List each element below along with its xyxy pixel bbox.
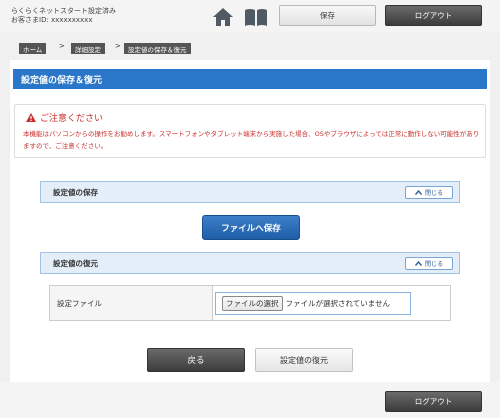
breadcrumb-current: 設定値の保存＆復元 [124, 43, 191, 54]
customer-id-text: お客さまID: xxxxxxxxxx [11, 16, 93, 24]
close-label: 閉じる [424, 190, 443, 197]
book-icon[interactable] [243, 7, 269, 27]
home-icon[interactable] [212, 7, 234, 27]
restore-section-header: 設定値の復元 閉じる [40, 252, 460, 274]
breadcrumb-separator: > [115, 42, 121, 50]
footer-logout-button[interactable]: ログアウト [385, 391, 482, 412]
file-input-cell: ファイルの選択 ファイルが選択されていません [213, 286, 450, 320]
settings-file-row: 設定ファイル ファイルの選択 ファイルが選択されていません [49, 285, 451, 321]
settings-file-label: 設定ファイル [50, 286, 213, 320]
breadcrumb-home[interactable]: ホーム [19, 43, 47, 54]
main-panel: 設定値の保存＆復元 ご注意ください 本機能はパソコンからの操作をお勧めします。ス… [10, 60, 490, 382]
choose-file-button[interactable]: ファイルの選択 [222, 295, 283, 311]
caution-message: 本機能はパソコンからの操作をお勧めします。スマートフォンやタブレット端末から実施… [23, 130, 480, 150]
caution-heading: ご注意ください [26, 111, 103, 124]
save-button[interactable]: 保存 [279, 5, 376, 26]
save-section-close-button[interactable]: 閉じる [405, 186, 453, 199]
breadcrumb-separator: > [59, 42, 65, 50]
chevron-up-icon [414, 190, 422, 195]
back-button[interactable]: 戻る [147, 348, 245, 372]
save-to-file-button[interactable]: ファイルへ保存 [202, 215, 300, 240]
save-section-title: 設定値の保存 [53, 187, 98, 197]
close-label: 閉じる [424, 261, 443, 268]
top-header: らくらくネットスタート設定済み お客さまID: xxxxxxxxxx 保存 ログ… [0, 0, 500, 32]
page-title: 設定値の保存＆復元 [13, 69, 487, 89]
chevron-up-icon [414, 261, 422, 266]
save-section-header: 設定値の保存 閉じる [40, 181, 460, 203]
restore-settings-button[interactable]: 設定値の復元 [255, 348, 353, 372]
breadcrumb-advanced[interactable]: 詳細設定 [71, 43, 105, 54]
caution-box: ご注意ください 本機能はパソコンからの操作をお勧めします。スマートフォンやタブレ… [14, 104, 486, 158]
restore-section-close-button[interactable]: 閉じる [405, 257, 453, 270]
warning-icon [26, 113, 36, 122]
footer: ログアウト [0, 382, 500, 418]
file-input[interactable]: ファイルの選択 ファイルが選択されていません [215, 291, 411, 315]
no-file-selected-text: ファイルが選択されていません [285, 298, 391, 308]
restore-section-title: 設定値の復元 [53, 258, 98, 268]
logout-button[interactable]: ログアウト [385, 5, 482, 26]
caution-title-text: ご注意ください [40, 114, 104, 124]
